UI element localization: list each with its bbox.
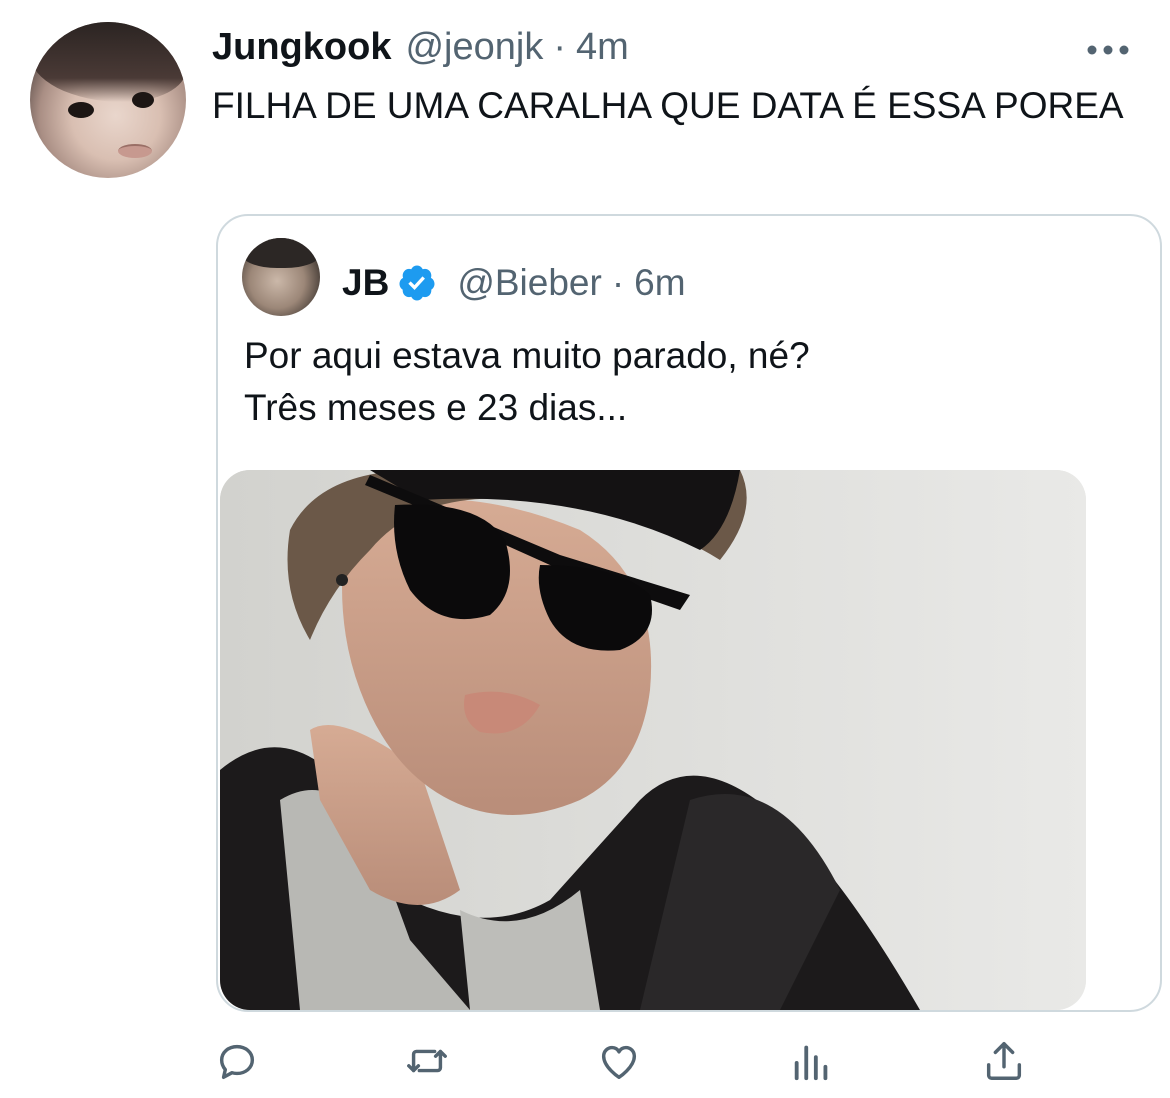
quote-text: Por aqui estava muito parado, né? Três m… (244, 330, 1144, 434)
like-icon (601, 1045, 637, 1080)
tweet-text: FILHA DE UMA CARALHA QUE DATA É ESSA POR… (212, 85, 1124, 126)
tweet[interactable]: Jungkook @jeonjk · 4m FILHA DE UMA CARAL… (0, 0, 1170, 1098)
action-bar (0, 1030, 1170, 1090)
avatar-hair (30, 22, 186, 102)
like-button[interactable] (594, 1036, 644, 1086)
author-avatar[interactable] (30, 22, 186, 178)
separator-dot: · (611, 262, 625, 303)
quote-text-line: Três meses e 23 dias... (244, 387, 628, 428)
tweet-header: Jungkook @jeonjk · 4m (212, 26, 629, 74)
separator-dot: · (553, 26, 566, 68)
reply-button[interactable] (212, 1036, 262, 1086)
quote-author-handle[interactable]: @Bieber (457, 262, 602, 304)
photo-illustration (220, 470, 1086, 1010)
quote-photo[interactable] (220, 470, 1086, 1010)
quote-author-avatar[interactable] (242, 238, 320, 316)
author-name[interactable]: Jungkook (212, 26, 391, 69)
retweet-icon (407, 1049, 447, 1073)
retweet-button[interactable] (402, 1036, 452, 1086)
analytics-icon (794, 1045, 828, 1081)
avatar-eye (132, 92, 154, 108)
quoted-tweet[interactable]: JB @Bieber · 6m Por aqui estava muito pa… (216, 214, 1162, 1012)
avatar-mouth (118, 144, 152, 158)
quote-text-line: Por aqui estava muito parado, né? (244, 335, 810, 376)
share-icon (986, 1042, 1022, 1080)
share-button[interactable] (979, 1036, 1029, 1086)
quote-author-name[interactable]: JB (342, 262, 389, 304)
quote-timestamp[interactable]: 6m (634, 262, 685, 304)
quote-header: JB @Bieber · 6m (342, 258, 686, 308)
reply-icon (219, 1044, 255, 1080)
analytics-button[interactable] (787, 1036, 837, 1086)
more-button[interactable] (1080, 30, 1136, 70)
verified-badge-icon (399, 265, 435, 301)
avatar-eye (68, 102, 94, 118)
tweet-timestamp[interactable]: 4m (576, 26, 629, 69)
avatar-hat (242, 238, 320, 268)
author-handle[interactable]: @jeonjk (405, 26, 543, 69)
more-horizontal-icon (1087, 45, 1129, 55)
